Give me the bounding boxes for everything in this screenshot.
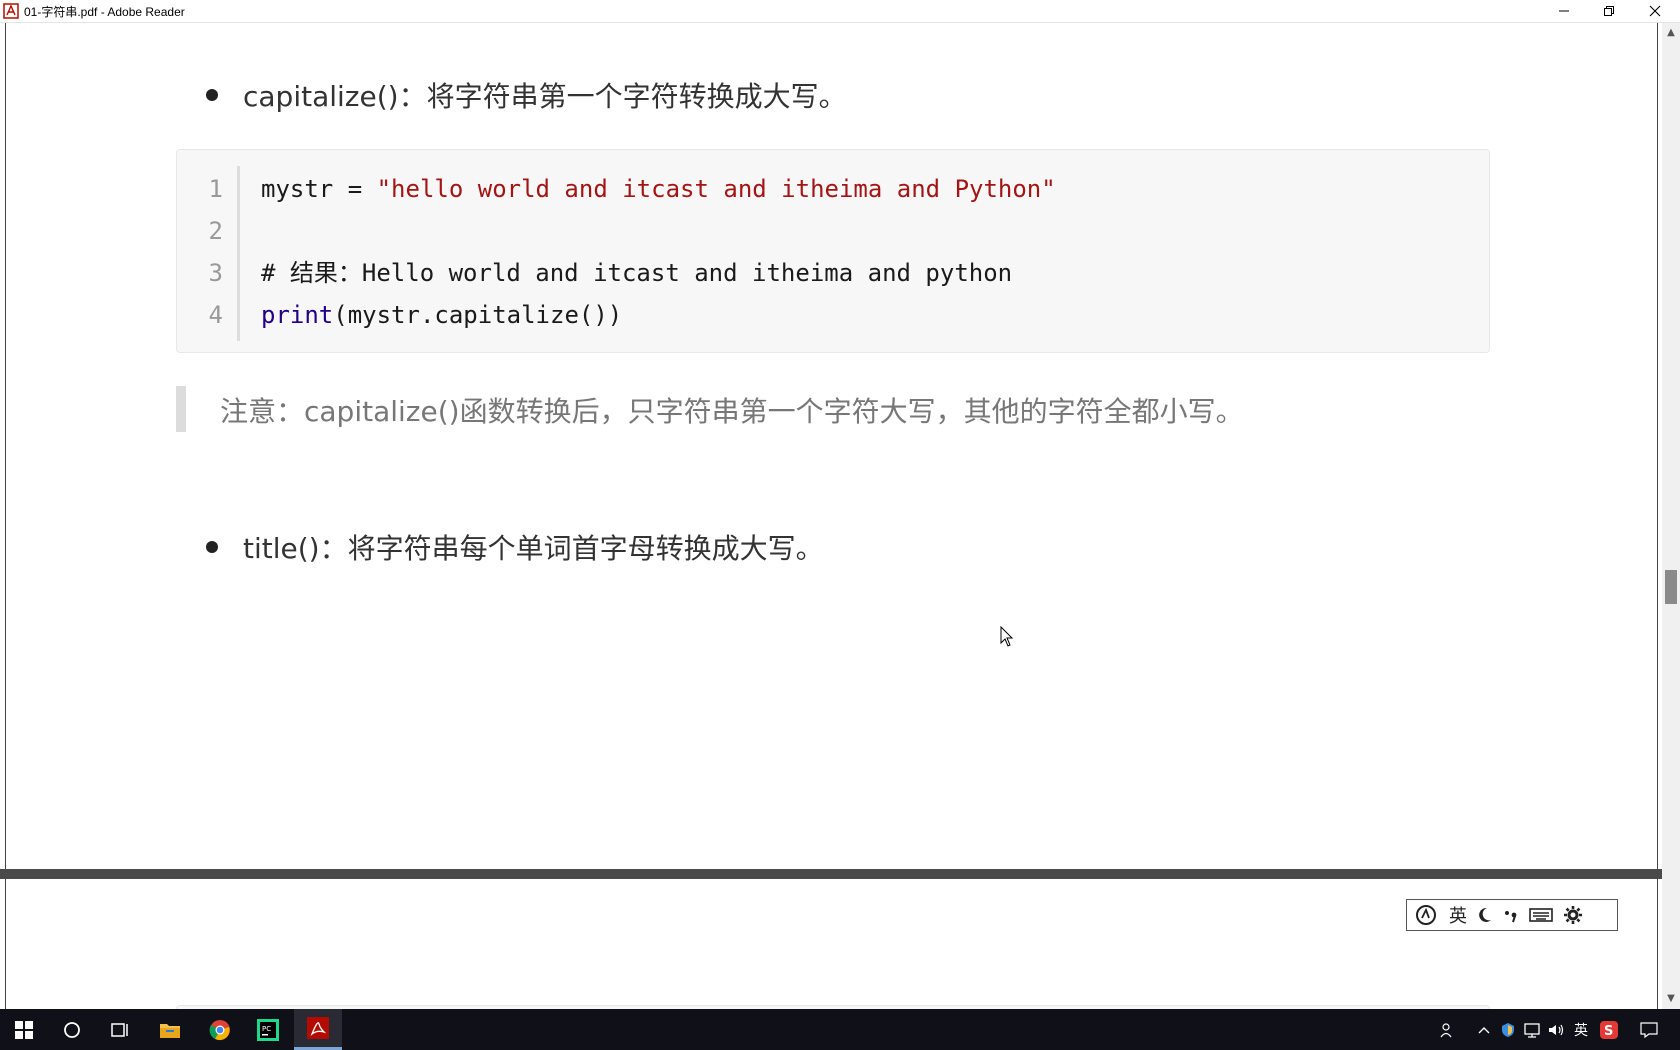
tray-security[interactable] (1498, 1009, 1518, 1050)
adobe-reader-icon (3, 3, 19, 19)
page-separator (0, 869, 1662, 879)
pycharm-icon: PC (257, 1018, 279, 1041)
windows-logo-icon (15, 1020, 33, 1039)
gutter-divider (237, 166, 240, 341)
tray-sogou[interactable]: S (1598, 1009, 1620, 1050)
code-text: (mystr.capitalize()) (333, 301, 623, 329)
keyboard-icon[interactable] (1529, 906, 1553, 924)
start-button[interactable] (0, 1009, 48, 1050)
bullet-item-capitalize: capitalize()：将字符串第一个字符转换成大写。 (206, 75, 847, 115)
note-blockquote: 注意：capitalize()函数转换后，只字符串第一个字符大写，其他的字符全都… (176, 386, 1376, 432)
scroll-down-arrow-icon[interactable]: ▼ (1665, 993, 1677, 1005)
scrollbar-thumb[interactable] (1665, 570, 1677, 604)
folder-icon (160, 1023, 180, 1038)
line-number: 2 (208, 217, 223, 245)
note-text: 注意：capitalize()函数转换后，只字符串第一个字符大写，其他的字符全都… (220, 395, 1244, 428)
line-number-gutter: 1 2 3 4 (201, 168, 223, 336)
code-line-4: print(mystr.capitalize()) (261, 294, 1056, 336)
line-number: 4 (208, 301, 223, 329)
bullet-dot-icon (206, 541, 218, 553)
line-number: 1 (208, 175, 223, 203)
cortana-circle-icon (64, 1021, 80, 1038)
bullet-item-title: title()：将字符串每个单词首字母转换成大写。 (206, 527, 824, 567)
tray-chevron[interactable] (1474, 1009, 1494, 1050)
taskbar-adobe-reader[interactable] (294, 1009, 342, 1050)
ime-lang-label[interactable]: 英 (1449, 902, 1467, 928)
tray-network[interactable] (1522, 1009, 1542, 1050)
gear-icon[interactable] (1563, 905, 1583, 925)
volume-icon (1549, 1024, 1564, 1035)
restore-button[interactable] (1586, 0, 1632, 22)
svg-text:PC: PC (262, 1025, 271, 1033)
close-button[interactable] (1632, 0, 1678, 22)
task-view-icon (111, 1022, 128, 1037)
blockquote-bar (176, 386, 186, 432)
bullet-dot-icon (206, 89, 218, 101)
tray-notifications[interactable] (1636, 1009, 1662, 1050)
adobe-reader-icon (307, 1017, 329, 1039)
chrome-icon (209, 1019, 230, 1040)
scroll-up-arrow-icon[interactable]: ▲ (1665, 27, 1677, 39)
ime-logo-icon (1416, 905, 1436, 925)
close-icon (1649, 5, 1661, 17)
line-number: 3 (208, 259, 223, 287)
security-shield-icon (1502, 1022, 1514, 1037)
task-view-button[interactable] (96, 1009, 144, 1050)
pdf-page: capitalize()：将字符串第一个字符转换成大写。 1 2 3 4 mys… (5, 23, 1658, 869)
title-bar: 01-字符串.pdf - Adobe Reader (0, 0, 1680, 23)
taskbar: PC 英 S (0, 1009, 1680, 1050)
svg-text:S: S (1604, 1024, 1613, 1039)
network-icon (1524, 1022, 1540, 1038)
window-title: 01-字符串.pdf - Adobe Reader (24, 5, 185, 19)
ime-toolbar[interactable]: 英 (1406, 899, 1618, 931)
bullet-text: capitalize()：将字符串第一个字符转换成大写。 (243, 80, 847, 113)
notification-icon (1640, 1021, 1658, 1038)
document-viewport[interactable]: capitalize()：将字符串第一个字符转换成大写。 1 2 3 4 mys… (0, 23, 1662, 1009)
code-keyword: print (261, 301, 334, 329)
chevron-up-icon (1478, 1026, 1490, 1033)
minimize-icon (1559, 10, 1569, 12)
tray-people[interactable] (1436, 1009, 1460, 1050)
moon-icon[interactable] (1477, 906, 1493, 924)
people-icon (1440, 1022, 1452, 1037)
code-string: "hello world and itcast and itheima and … (376, 175, 1056, 203)
punctuation-icon[interactable] (1503, 906, 1519, 924)
code-lines: mystr = "hello world and itcast and ithe… (261, 168, 1056, 336)
bullet-text: title()：将字符串每个单词首字母转换成大写。 (243, 532, 824, 565)
sogou-ime-icon: S (1600, 1020, 1618, 1039)
vertical-scrollbar[interactable]: ▲ ▼ (1662, 23, 1680, 1009)
tray-input-language[interactable]: 英 (1570, 1009, 1592, 1050)
code-line-3: # 结果：Hello world and itcast and itheima … (261, 259, 1013, 287)
mouse-cursor-icon (1000, 626, 1014, 647)
taskbar-pycharm[interactable]: PC (244, 1009, 292, 1050)
restore-icon (1604, 6, 1614, 16)
taskbar-file-explorer[interactable] (146, 1009, 194, 1050)
taskbar-chrome[interactable] (196, 1009, 244, 1050)
tray-volume[interactable] (1546, 1009, 1566, 1050)
code-text: mystr = (261, 175, 377, 203)
minimize-button[interactable] (1541, 0, 1587, 22)
code-line-1: mystr = "hello world and itcast and ithe… (261, 168, 1056, 210)
search-button[interactable] (48, 1009, 96, 1050)
code-block: 1 2 3 4 mystr = "hello world and itcast … (176, 149, 1490, 353)
